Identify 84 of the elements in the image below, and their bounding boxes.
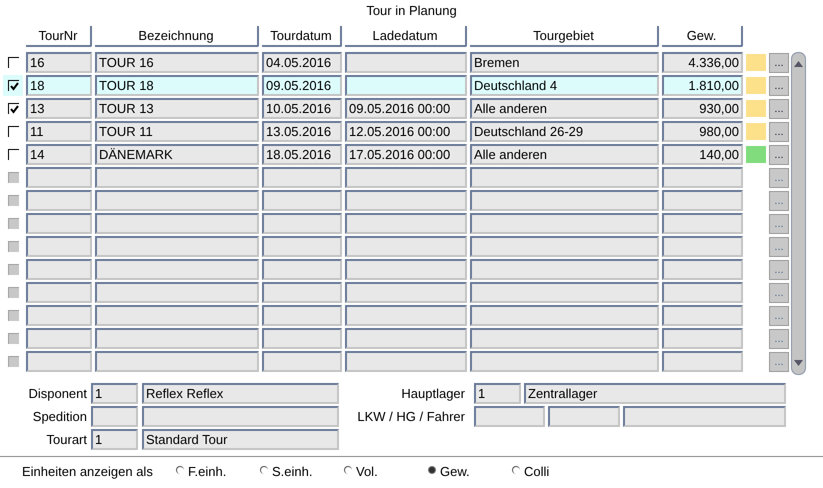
table-cell: TOUR 13 [95, 98, 259, 119]
table-cell [26, 282, 92, 303]
radio-label[interactable]: F.einh. [188, 464, 226, 479]
radio-button[interactable] [260, 466, 268, 474]
input-field[interactable] [623, 406, 786, 427]
table-cell: 16 [26, 52, 92, 73]
table-cell: 11 [26, 121, 92, 142]
column-header: Tourgebiet [470, 26, 659, 47]
scrollbar[interactable] [791, 52, 806, 375]
input-field[interactable]: 1 [474, 383, 521, 404]
checkbox[interactable] [8, 149, 18, 160]
scroll-up-icon[interactable] [794, 61, 803, 67]
table-cell: DÄNEMARK [95, 144, 259, 165]
input-field[interactable]: 1 [91, 383, 138, 404]
input-field[interactable] [548, 406, 620, 427]
radio-button[interactable] [512, 466, 520, 474]
table-cell: 4.336,00 [662, 52, 743, 73]
table-cell: 13 [26, 98, 92, 119]
details-button[interactable]: ... [769, 98, 789, 118]
details-button[interactable]: ... [769, 144, 789, 164]
input-field[interactable] [474, 406, 545, 427]
table-cell [26, 167, 92, 188]
radio-button[interactable] [344, 466, 352, 474]
table-cell: 04.05.2016 [262, 52, 342, 73]
radio-label[interactable]: S.einh. [272, 464, 312, 479]
table-cell: Deutschland 26-29 [470, 121, 659, 142]
scroll-down-icon[interactable] [794, 360, 803, 366]
radio-label[interactable]: Gew. [440, 464, 470, 479]
table-cell [26, 351, 92, 372]
radio-button[interactable] [428, 466, 436, 474]
table-cell: 18.05.2016 [262, 144, 342, 165]
table-cell: 18 [26, 75, 92, 96]
column-header: Gew. [662, 26, 743, 47]
table-cell: TOUR 11 [95, 121, 259, 142]
table-cell [26, 236, 92, 257]
input-field[interactable]: Reflex Reflex [142, 383, 339, 404]
details-button[interactable]: ... [769, 76, 789, 96]
field-label: Tourart [46, 431, 87, 449]
field-label: Hauptlager [400, 385, 466, 403]
table-cell [26, 305, 92, 326]
table-cell [26, 259, 92, 280]
column-header: Tourdatum [262, 26, 342, 47]
table-cell: 17.05.2016 00:00 [345, 144, 467, 165]
checkbox[interactable] [8, 80, 18, 91]
table-cell: Alle anderen [470, 144, 659, 165]
table-cell: 09.05.2016 00:00 [345, 98, 467, 119]
table-cell: 09.05.2016 [262, 75, 342, 96]
table-cell: Alle anderen [470, 98, 659, 119]
radio-label[interactable]: Vol. [356, 464, 378, 479]
window-title: Tour in Planung [365, 2, 458, 20]
table-cell [26, 190, 92, 211]
input-field[interactable]: Standard Tour [142, 429, 339, 450]
table-cell: 140,00 [662, 144, 743, 165]
checkbox[interactable] [8, 103, 18, 114]
checkbox[interactable] [8, 57, 18, 68]
table-cell [26, 328, 92, 349]
input-field[interactable]: Zentrallager [524, 383, 786, 404]
checkbox[interactable] [8, 126, 18, 137]
input-field[interactable] [91, 406, 138, 427]
table-cell: Bremen [470, 52, 659, 73]
table-cell: 10.05.2016 [262, 98, 342, 119]
column-header: Ladedatum [345, 26, 467, 47]
field-label: LKW / HG / Fahrer [356, 408, 466, 426]
table-cell: Deutschland 4 [470, 75, 659, 96]
table-cell: TOUR 18 [95, 75, 259, 96]
input-field[interactable] [142, 406, 339, 427]
radio-label[interactable]: Colli [524, 464, 550, 479]
units-label: Einheiten anzeigen als [22, 464, 154, 479]
field-label: Disponent [27, 385, 87, 403]
table-cell: 14 [26, 144, 92, 165]
table-cell: 1.810,00 [662, 75, 743, 96]
column-header: TourNr [26, 26, 92, 47]
column-header: Bezeichnung [95, 26, 259, 47]
table-cell [26, 213, 92, 234]
field-label: Spedition [32, 408, 87, 426]
table-cell: TOUR 16 [95, 52, 259, 73]
input-field[interactable]: 1 [91, 429, 138, 450]
radio-button[interactable] [176, 466, 184, 474]
table-cell: 12.05.2016 00:00 [345, 121, 467, 142]
details-button[interactable]: ... [769, 52, 789, 72]
table-cell: 980,00 [662, 121, 743, 142]
details-button[interactable]: ... [769, 122, 789, 142]
table-cell: 930,00 [662, 98, 743, 119]
table-cell: 13.05.2016 [262, 121, 342, 142]
